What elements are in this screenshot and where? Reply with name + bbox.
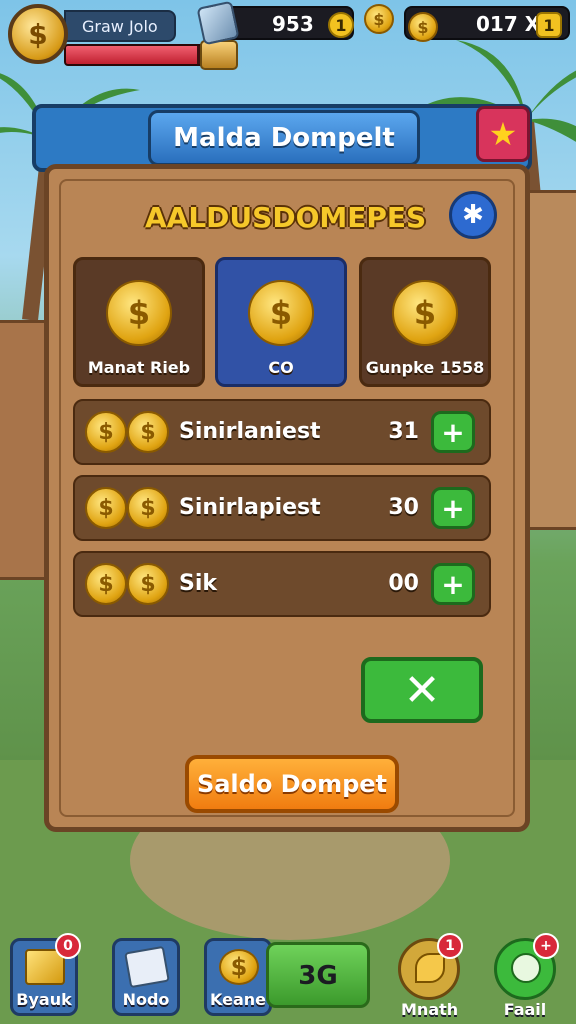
settings-icon: ✱: [462, 200, 484, 230]
saldo-dompet-button[interactable]: Saldo Dompet: [185, 755, 399, 813]
nav-bank-button[interactable]: Byauk 0: [10, 933, 81, 1016]
gem-value: 953: [272, 12, 314, 36]
coin-value: 017 X: [476, 12, 541, 36]
coin-icon: $: [85, 563, 127, 605]
xp-bar: [64, 44, 214, 66]
wallet-row: $ $ Sinirlapiest 30 +: [73, 475, 491, 541]
add-button[interactable]: +: [431, 487, 475, 529]
panel-heading: AALDUSDOMEPES: [145, 201, 427, 234]
nav-food-button[interactable]: Faail +: [494, 933, 559, 1019]
notification-badge: 0: [55, 933, 81, 959]
avatar-coin-icon: $: [28, 17, 48, 51]
currency-card-label: CO: [268, 358, 294, 377]
balance-display[interactable]: 3G: [266, 942, 370, 1008]
nav-kane-label: Keane: [209, 990, 266, 1009]
modal-title-bar: Malda Dompelt: [32, 104, 532, 172]
nav-food-label: Faail: [503, 1000, 547, 1019]
coin-icon: $: [85, 411, 127, 453]
modal-title: Malda Dompelt: [148, 110, 420, 166]
coin-bag-icon: $: [248, 280, 314, 346]
coin-add-button[interactable]: 1: [536, 12, 562, 38]
currency-card-label: Gunpke 1558: [365, 358, 485, 377]
coin-icon: $: [127, 411, 169, 453]
nav-mnth-button[interactable]: Mnath 1: [398, 933, 463, 1019]
player-name: Graw Jolo: [64, 10, 176, 42]
nav-mode-button[interactable]: Nodo: [112, 938, 180, 1016]
wallet-row-name: Sinirlaniest: [179, 419, 321, 444]
cards-icon: [124, 945, 170, 989]
coin-icon: $: [219, 949, 259, 985]
top-hud: Graw Jolo $ 953 1 $ $ 017 X 1: [0, 0, 576, 80]
wallet-row-qty: 00: [388, 571, 419, 596]
wallet-row-qty: 31: [388, 419, 419, 444]
close-icon: ✕: [403, 664, 441, 716]
nav-kane-button[interactable]: $ Keane: [204, 938, 272, 1016]
add-button[interactable]: +: [431, 411, 475, 453]
star-button[interactable]: ★: [476, 106, 530, 162]
coin-icon: $: [106, 280, 172, 346]
currency-card-1[interactable]: $ Manat Rieb: [73, 257, 205, 387]
add-button[interactable]: +: [431, 563, 475, 605]
wallet-row-qty: 30: [388, 495, 419, 520]
nav-bank-label: Byauk: [16, 990, 72, 1009]
close-button[interactable]: ✕: [361, 657, 483, 723]
coin-icon: $: [364, 4, 394, 34]
star-icon: ★: [488, 115, 518, 153]
coin-counter-icon: $: [408, 12, 438, 42]
nav-mnth-label: Mnath: [401, 1000, 459, 1019]
xp-fill: [66, 46, 198, 64]
wallet-panel: AALDUSDOMEPES ✱ $ Manat Rieb $ CO $ Gunp…: [44, 164, 530, 832]
coin-icon: $: [85, 487, 127, 529]
wallet-row: $ $ Sinirlaniest 31 +: [73, 399, 491, 465]
coin-icon: $: [127, 563, 169, 605]
bottom-nav: Byauk 0 Nodo $ Keane 3G Mnath 1 Faail +: [0, 933, 576, 1024]
coin-icon: $: [127, 487, 169, 529]
leaf-icon: [415, 953, 445, 983]
xp-bar-cap: [200, 40, 238, 70]
bush-icon: [511, 953, 541, 983]
currency-card-3[interactable]: $ Gunpke 1558: [359, 257, 491, 387]
currency-card-label: Manat Rieb: [87, 358, 191, 377]
player-avatar[interactable]: $: [8, 4, 68, 64]
gem-counter[interactable]: 953 1: [196, 0, 354, 46]
gem-add-button[interactable]: 1: [328, 12, 354, 38]
wallet-row-name: Sik: [179, 571, 218, 596]
notification-badge: +: [533, 933, 559, 959]
notification-badge: 1: [437, 933, 463, 959]
nav-mode-label: Nodo: [122, 990, 170, 1009]
settings-button[interactable]: ✱: [449, 191, 497, 239]
coin-counter[interactable]: $ 017 X 1: [404, 6, 570, 42]
gem-icon: [196, 0, 240, 46]
wallet-row: $ $ Sik 00 +: [73, 551, 491, 617]
coin-bag-icon: $: [392, 280, 458, 346]
wallet-row-name: Sinirlapiest: [179, 495, 321, 520]
currency-card-2-selected[interactable]: $ CO: [215, 257, 347, 387]
